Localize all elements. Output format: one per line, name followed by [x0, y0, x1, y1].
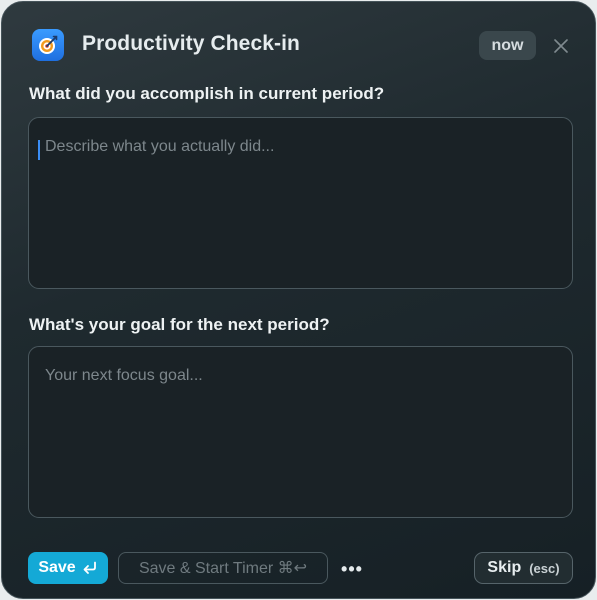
next-goal-question-label: What's your goal for the next period? — [29, 315, 330, 334]
time-badge: now — [479, 31, 536, 60]
dialog-title: Productivity Check-in — [82, 32, 300, 55]
checkin-dialog: Productivity Check-in now What did you a… — [1, 1, 596, 599]
skip-shortcut-hint: (esc) — [529, 560, 560, 576]
accomplished-input[interactable] — [28, 117, 573, 289]
skip-button-label: Skip — [487, 559, 522, 576]
accomplished-question-label: What did you accomplish in current perio… — [29, 84, 385, 103]
close-button[interactable] — [551, 36, 571, 56]
close-icon — [554, 39, 568, 53]
return-key-icon — [83, 561, 96, 574]
save-button[interactable]: Save — [28, 552, 108, 584]
save-button-label: Save — [38, 559, 76, 576]
save-and-start-timer-button[interactable]: Save & Start Timer ⌘↩ — [118, 552, 328, 584]
skip-button[interactable]: Skip (esc) — [474, 552, 573, 584]
target-pencil-icon — [32, 29, 64, 61]
text-caret — [38, 140, 40, 160]
next-goal-input[interactable] — [28, 346, 573, 518]
more-options-button[interactable]: ••• — [339, 558, 365, 580]
